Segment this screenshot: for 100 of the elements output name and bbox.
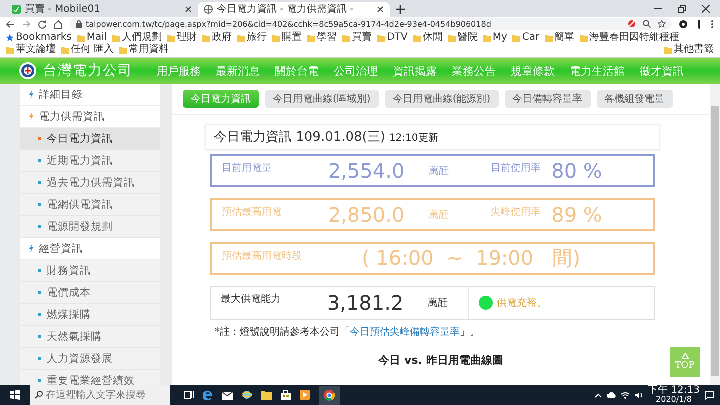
folder-icon — [272, 34, 280, 42]
folder-icon — [202, 34, 210, 42]
restore-icon[interactable] — [678, 5, 686, 13]
value: 2,850.0 — [327, 202, 406, 226]
bullet-icon — [38, 159, 41, 162]
folder-icon — [482, 34, 491, 42]
edge-icon[interactable] — [203, 390, 213, 400]
blocked-icon[interactable] — [628, 20, 636, 28]
close-icon[interactable] — [185, 6, 192, 13]
bookmark-folder[interactable]: 旅行 — [237, 32, 268, 43]
caret-up-icon[interactable] — [595, 392, 602, 398]
bullet-icon — [38, 225, 41, 228]
bag-icon[interactable] — [281, 390, 291, 400]
folder-icon — [580, 34, 588, 42]
home-icon[interactable] — [54, 20, 63, 28]
favicon-icon — [12, 5, 21, 14]
footnote: *註：燈號說明請參考本公司「今日預估尖峰備轉容量率」。 — [215, 326, 481, 339]
bullet-icon — [38, 291, 41, 294]
back-icon[interactable] — [6, 20, 15, 28]
bookmark-folder[interactable]: 購置 — [272, 32, 302, 43]
field-label: 預估最高用電 — [221, 206, 283, 219]
tab[interactable]: 今日用電曲線(能源別) — [384, 90, 499, 108]
folder-icon — [664, 46, 672, 54]
bookmarks-button[interactable]: Bookmarks — [6, 32, 72, 43]
bullet-icon — [38, 181, 41, 184]
time-range: ( 16:00 ~ 19:00 間) — [362, 245, 580, 272]
emblem-icon[interactable] — [19, 62, 37, 80]
value: 3,181.2 — [326, 291, 405, 315]
menu-icon[interactable] — [711, 20, 714, 28]
sidebar-item[interactable]: 今日電力資訊 — [20, 128, 160, 150]
sidebar-group[interactable]: 經營資訊 — [20, 238, 160, 260]
folder-icon[interactable] — [261, 390, 272, 400]
field-label: 尖峰使用率 — [490, 206, 541, 219]
unit-label: 萬瓩 — [427, 296, 449, 310]
bookmark-folder[interactable]: 買賣 — [342, 32, 372, 43]
sidebar-group[interactable]: 詳細目錄 — [20, 84, 160, 106]
browser-tab[interactable]: 買賣 - Mobile01 — [6, 2, 198, 17]
globe-icon — [204, 5, 213, 14]
bookmark-folder[interactable]: My — [482, 32, 508, 43]
bookmark-folder[interactable]: 政府 — [202, 32, 232, 43]
bookmark-folder[interactable]: 人們規劃 — [112, 32, 162, 43]
bullet-icon — [38, 335, 41, 338]
bookmark-folder[interactable]: 學習 — [307, 32, 338, 43]
bookmark-folder[interactable]: 華文論壇 — [6, 44, 56, 55]
sidebar-group[interactable]: 電力供需資訊 — [20, 106, 160, 128]
lightning-icon — [29, 244, 34, 253]
notification-icon[interactable] — [705, 390, 714, 400]
bookmark-folder[interactable]: DTV — [377, 32, 408, 43]
tab[interactable]: 各機組發電量 — [596, 90, 673, 108]
bookmark-folder[interactable]: 簡單 — [544, 32, 575, 43]
tab[interactable]: 今日用電曲線(區域別) — [265, 90, 379, 108]
close-icon[interactable] — [377, 6, 384, 13]
field-label: 最大供電能力 — [220, 292, 282, 306]
status-text: 供電充裕。 — [497, 296, 547, 310]
bullet-icon — [38, 379, 41, 382]
cloud-icon[interactable] — [607, 392, 616, 398]
tab[interactable]: 今日備轉容量率 — [504, 90, 591, 108]
bookmark-folder[interactable]: 其他書籤 — [664, 44, 714, 55]
play-icon[interactable] — [300, 390, 310, 400]
wifi-icon[interactable] — [621, 392, 630, 398]
scrollbar-thumb[interactable] — [711, 106, 719, 376]
panel-title: 今日電力資訊 109.01.08(三) — [214, 129, 386, 146]
lock-icon — [76, 20, 82, 28]
chart-heading: 今日 vs. 昨日用電曲線圖 — [378, 353, 504, 368]
task-view-icon[interactable] — [184, 390, 194, 400]
mail-icon[interactable] — [222, 390, 233, 400]
triangle-icon — [682, 353, 688, 359]
speaker-icon[interactable] — [635, 392, 643, 398]
bullet-icon — [38, 203, 41, 206]
bookmark-folder[interactable]: 任何 匯入 — [61, 44, 114, 55]
bookmark-folder[interactable]: 常用資料 — [119, 44, 170, 55]
folder-icon — [412, 34, 421, 42]
reload-icon[interactable] — [38, 20, 47, 28]
folder-icon — [167, 34, 176, 42]
windows-icon[interactable] — [10, 390, 20, 400]
bookmark-folder[interactable]: Mail — [76, 32, 108, 43]
folder-icon — [307, 34, 316, 42]
bookmark-folder[interactable]: 理財 — [167, 32, 198, 43]
zoom-icon[interactable] — [643, 20, 651, 28]
field-label: 目前用電量 — [221, 162, 273, 175]
chrome-icon[interactable] — [324, 390, 335, 400]
folder-icon — [544, 34, 553, 42]
close-icon[interactable] — [702, 5, 710, 13]
link[interactable]: 今日預估尖峰備轉容量率 — [350, 327, 460, 338]
lightning-icon — [29, 112, 34, 121]
folder-icon — [512, 34, 520, 42]
bookmark-folder[interactable]: 醫院 — [448, 32, 478, 43]
star-icon — [6, 34, 14, 42]
address-bar[interactable]: taipower.com.tw/tc/page.aspx?mid=206&cid=402&cchk=8c59a5ca-9174-4d2e-93e4-0454b906018d — [70, 18, 672, 30]
lightning-icon — [29, 90, 34, 99]
clock[interactable]: 下午 12:13 2020/1/8 — [648, 386, 700, 404]
star-icon[interactable] — [658, 20, 666, 28]
new-tab-icon[interactable] — [396, 5, 405, 14]
browser-tab[interactable]: 今日電力資訊 - 電力供需資訊 - — [198, 2, 390, 17]
folder-icon — [237, 34, 246, 42]
bookmark-folder[interactable]: 海豐春田因特維種種 — [580, 32, 680, 43]
bookmark-folder[interactable]: 休閒 — [412, 32, 443, 43]
globe-icon[interactable] — [242, 390, 252, 400]
bullet-icon — [38, 269, 41, 272]
bookmark-folder[interactable]: Car — [512, 32, 540, 43]
